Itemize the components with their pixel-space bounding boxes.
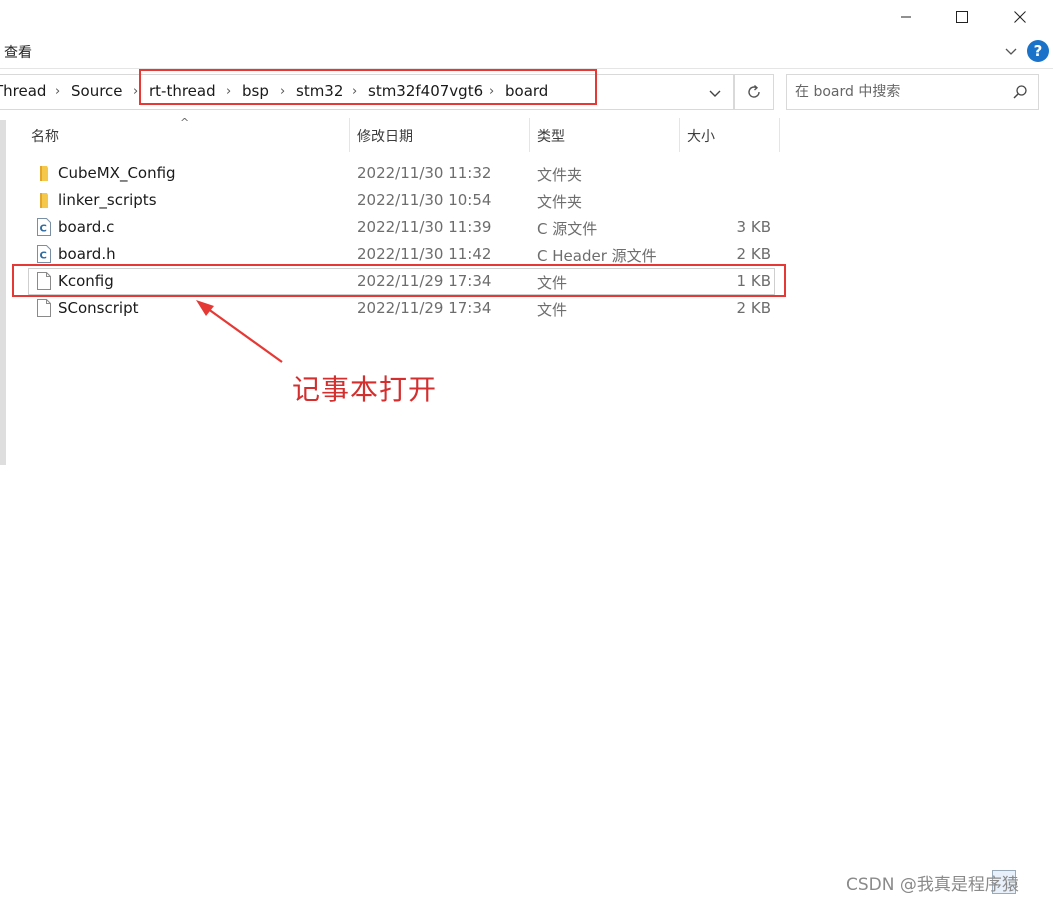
highlight-box-kconfig — [12, 264, 786, 297]
file-row[interactable]: C board.c 2022/11/30 11:39 C 源文件 3 KB — [28, 214, 775, 241]
column-divider[interactable] — [349, 118, 350, 152]
file-name: CubeMX_Config — [58, 164, 176, 182]
address-history-button[interactable] — [706, 84, 724, 102]
minimize-icon — [901, 16, 911, 18]
file-type: 文件夹 — [537, 166, 583, 184]
close-button[interactable] — [990, 0, 1050, 34]
chevron-right-icon[interactable]: › — [55, 84, 60, 99]
breadcrumb-thread[interactable]: Thread — [0, 82, 46, 100]
column-divider[interactable] — [679, 118, 680, 152]
chevron-down-icon — [709, 90, 721, 97]
chevron-right-icon[interactable]: › — [133, 84, 138, 99]
search-input[interactable] — [795, 81, 1000, 103]
file-name: board.h — [58, 245, 116, 263]
file-date: 2022/11/30 11:32 — [357, 164, 492, 182]
file-name: SConscript — [58, 299, 139, 317]
file-type: C 源文件 — [537, 220, 598, 238]
column-divider[interactable] — [779, 118, 780, 152]
file-date: 2022/11/30 11:42 — [357, 245, 492, 263]
file-row[interactable]: linker_scripts 2022/11/30 10:54 文件夹 — [28, 187, 775, 214]
file-type: C Header 源文件 — [537, 247, 657, 265]
file-size: 2 KB — [736, 299, 771, 317]
folder-icon — [40, 166, 48, 181]
navigation-pane-scrollbar[interactable] — [0, 120, 6, 465]
refresh-button[interactable] — [734, 74, 774, 110]
column-header-name[interactable]: 名称 — [31, 126, 59, 146]
minimize-button[interactable] — [876, 0, 936, 34]
ribbon-expand-button[interactable] — [1004, 44, 1018, 58]
search-box[interactable] — [786, 74, 1039, 110]
annotation-text: 记事本打开 — [292, 373, 438, 406]
file-date: 2022/11/30 11:39 — [357, 218, 492, 236]
file-date: 2022/11/29 17:34 — [357, 299, 492, 317]
file-icon — [37, 299, 51, 317]
c-source-file-icon: C — [37, 218, 51, 236]
column-header-type[interactable]: 类型 — [537, 126, 565, 146]
watermark: CSDN @我真是程序猿 — [846, 875, 1019, 895]
file-size: 3 KB — [736, 218, 771, 236]
svg-text:C: C — [40, 251, 47, 262]
chevron-down-icon — [1005, 48, 1017, 55]
help-button[interactable]: ? — [1027, 40, 1049, 62]
folder-icon — [40, 193, 48, 208]
file-name: board.c — [58, 218, 115, 236]
close-icon — [1014, 11, 1026, 23]
breadcrumb-source[interactable]: Source — [71, 82, 123, 100]
file-name: linker_scripts — [58, 191, 157, 209]
file-size: 2 KB — [736, 245, 771, 263]
help-icon: ? — [1033, 42, 1043, 60]
annotation-arrow — [196, 300, 283, 363]
file-row[interactable]: SConscript 2022/11/29 17:34 文件 2 KB — [28, 295, 775, 322]
c-header-file-icon: C — [37, 245, 51, 263]
svg-text:C: C — [40, 224, 47, 235]
refresh-icon — [748, 84, 760, 98]
search-icon[interactable] — [1012, 84, 1028, 100]
column-divider[interactable] — [529, 118, 530, 152]
file-date: 2022/11/30 10:54 — [357, 191, 492, 209]
column-header-size[interactable]: 大小 — [687, 126, 715, 146]
tab-view[interactable]: 查看 — [4, 42, 32, 62]
file-row[interactable]: CubeMX_Config 2022/11/30 11:32 文件夹 — [28, 160, 775, 187]
sort-ascending-icon: ^ — [180, 116, 190, 129]
maximize-icon — [956, 11, 968, 23]
maximize-button[interactable] — [932, 0, 992, 34]
column-header-date[interactable]: 修改日期 — [357, 126, 413, 146]
highlight-box-path — [139, 69, 597, 105]
file-type: 文件 — [537, 301, 568, 319]
file-type: 文件夹 — [537, 193, 583, 211]
